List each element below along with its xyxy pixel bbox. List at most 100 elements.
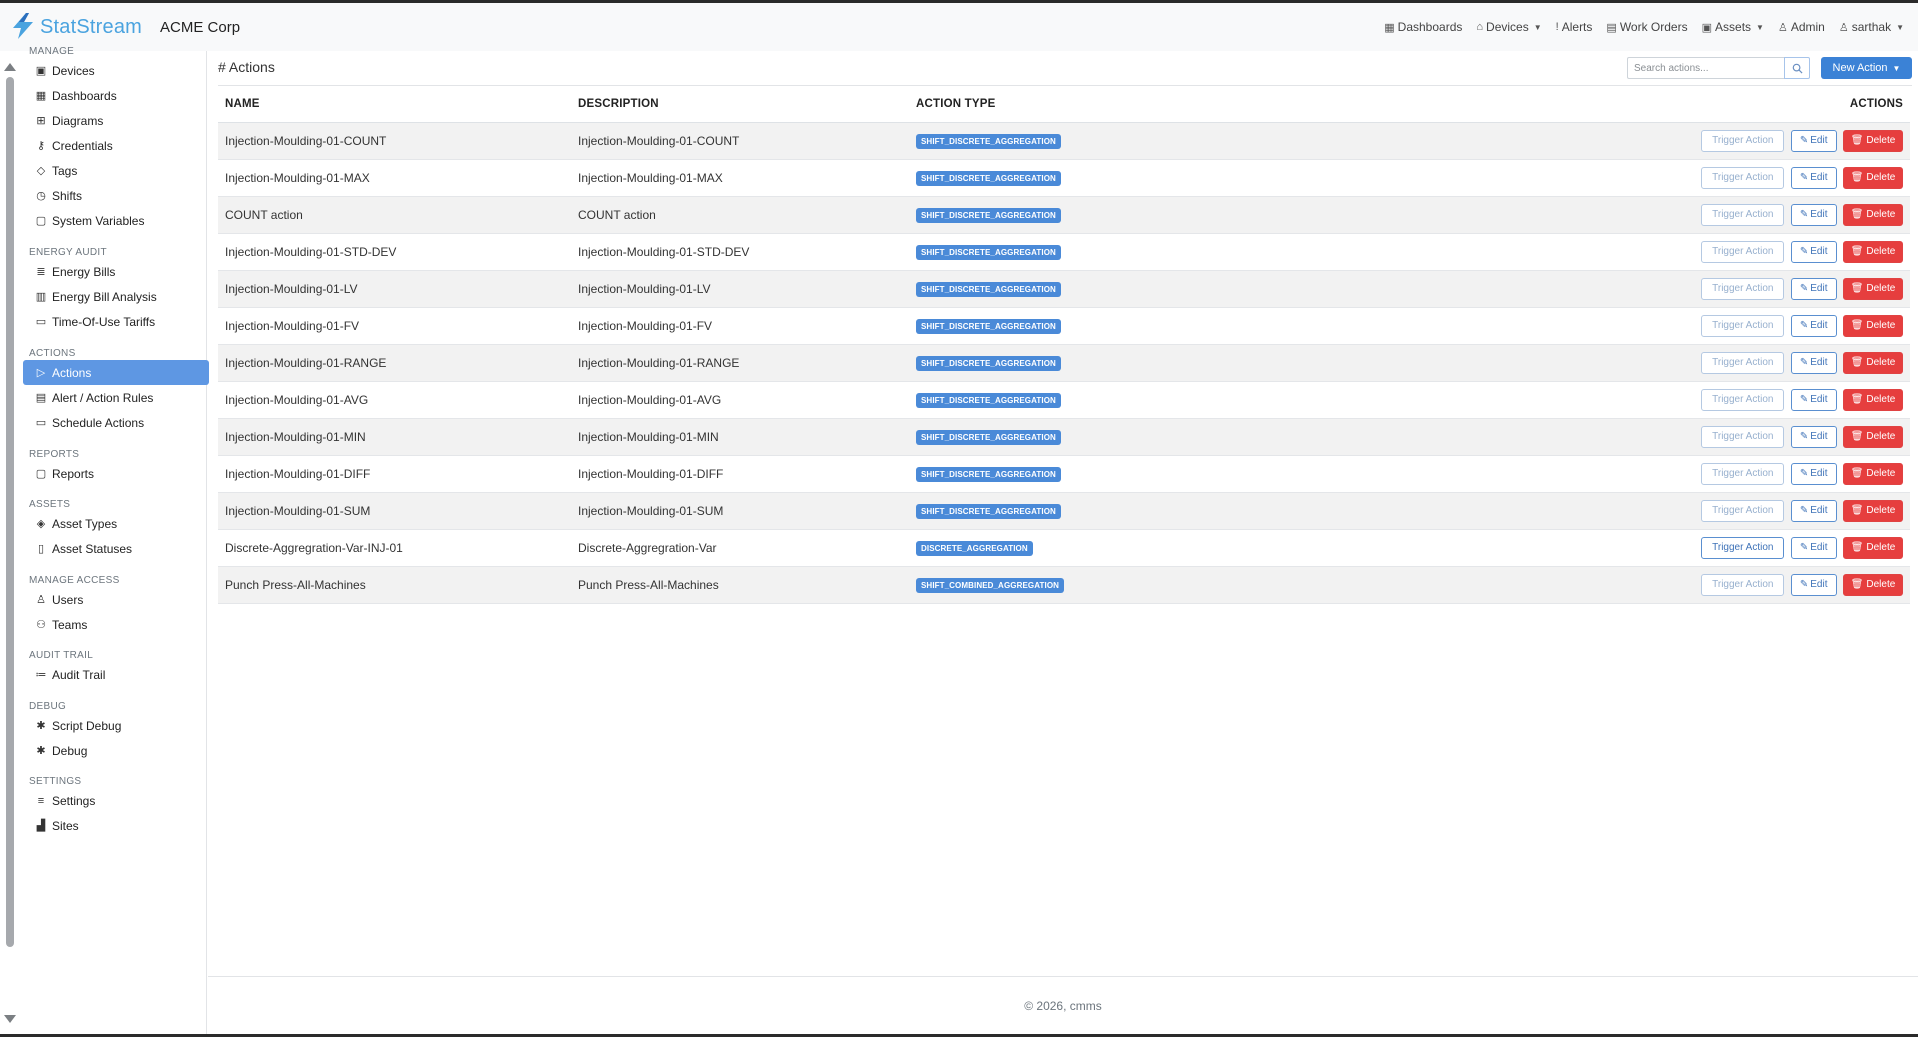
table-row[interactable]: Injection-Moulding-01-MIN Injection-Moul… bbox=[218, 418, 1910, 455]
table-row[interactable]: Injection-Moulding-01-COUNT Injection-Mo… bbox=[218, 122, 1910, 159]
delete-button[interactable]: 🗑 Delete bbox=[1843, 388, 1903, 411]
topnav-item-admin[interactable]: ♙ Admin bbox=[1778, 20, 1825, 34]
table-row[interactable]: Injection-Moulding-01-LV Injection-Mould… bbox=[218, 270, 1910, 307]
table-row[interactable]: Injection-Moulding-01-FV Injection-Mould… bbox=[218, 307, 1910, 344]
delete-button[interactable]: 🗑 Delete bbox=[1843, 314, 1903, 337]
action-type-cell: SHIFT_DISCRETE_AGGREGATION bbox=[909, 196, 1329, 233]
edit-button[interactable]: ✎ Edit bbox=[1790, 314, 1837, 337]
trash-icon: 🗑 bbox=[1850, 320, 1864, 331]
table-row[interactable]: Discrete-Aggregration-Var-INJ-01 Discret… bbox=[218, 529, 1910, 566]
table-row[interactable]: COUNT action COUNT action SHIFT_DISCRETE… bbox=[218, 196, 1910, 233]
search-input[interactable] bbox=[1627, 57, 1784, 79]
sidebar-item-diagrams[interactable]: ⊞ Diagrams bbox=[23, 108, 209, 133]
trigger-action-button[interactable]: Trigger Action bbox=[1701, 166, 1785, 189]
table-row[interactable]: Injection-Moulding-01-AVG Injection-Moul… bbox=[218, 381, 1910, 418]
scroll-up-arrow-icon[interactable] bbox=[4, 63, 16, 71]
statstream-logo-icon bbox=[10, 12, 36, 43]
delete-button[interactable]: 🗑 Delete bbox=[1843, 166, 1903, 189]
sidebar-item-shifts[interactable]: ◷ Shifts bbox=[23, 183, 209, 208]
trigger-action-button[interactable]: Trigger Action bbox=[1701, 203, 1785, 226]
search-button[interactable] bbox=[1784, 57, 1810, 79]
topnav-item-assets[interactable]: ▣ Assets ▼ bbox=[1702, 20, 1764, 34]
sidebar-item-devices[interactable]: ▣ Devices bbox=[23, 58, 209, 83]
delete-button[interactable]: 🗑 Delete bbox=[1843, 462, 1903, 485]
edit-button[interactable]: ✎ Edit bbox=[1790, 351, 1837, 374]
sidebar-item-reports[interactable]: ▢ Reports bbox=[23, 461, 209, 486]
delete-button[interactable]: 🗑 Delete bbox=[1843, 351, 1903, 374]
column-header-description[interactable]: DESCRIPTION bbox=[571, 86, 909, 123]
delete-button[interactable]: 🗑 Delete bbox=[1843, 240, 1903, 263]
edit-button[interactable]: ✎ Edit bbox=[1790, 425, 1837, 448]
column-header-name[interactable]: NAME bbox=[218, 86, 571, 123]
trigger-action-button[interactable]: Trigger Action bbox=[1701, 462, 1785, 485]
trigger-action-label: Trigger Action bbox=[1712, 394, 1774, 405]
topnav-item-devices[interactable]: ⌂ Devices ▼ bbox=[1476, 20, 1541, 34]
edit-button[interactable]: ✎ Edit bbox=[1790, 203, 1837, 226]
edit-button[interactable]: ✎ Edit bbox=[1790, 240, 1837, 263]
trigger-action-button[interactable]: Trigger Action bbox=[1701, 499, 1785, 522]
sidebar-item-script-debug[interactable]: ✱ Script Debug bbox=[23, 713, 209, 738]
trigger-action-button[interactable]: Trigger Action bbox=[1701, 573, 1785, 596]
table-row[interactable]: Injection-Moulding-01-STD-DEV Injection-… bbox=[218, 233, 1910, 270]
column-header-action-type[interactable]: ACTION TYPE bbox=[909, 86, 1329, 123]
sidebar-item-schedule-actions[interactable]: ▭ Schedule Actions bbox=[23, 410, 209, 435]
table-row[interactable]: Injection-Moulding-01-DIFF Injection-Mou… bbox=[218, 455, 1910, 492]
edit-button[interactable]: ✎ Edit bbox=[1790, 536, 1837, 559]
sidebar-item-system-variables[interactable]: ▢ System Variables bbox=[23, 208, 209, 233]
sidebar-item-asset-statuses[interactable]: ▯ Asset Statuses bbox=[23, 536, 209, 561]
topnav-item-alerts[interactable]: ! Alerts bbox=[1556, 20, 1593, 34]
delete-button[interactable]: 🗑 Delete bbox=[1843, 573, 1903, 596]
sidebar-item-credentials[interactable]: ⚷ Credentials bbox=[23, 133, 209, 158]
edit-button[interactable]: ✎ Edit bbox=[1790, 462, 1837, 485]
sidebar-item-dashboards[interactable]: ▦ Dashboards bbox=[23, 83, 209, 108]
sidebar-item-settings[interactable]: ≡ Settings bbox=[23, 788, 209, 813]
edit-button[interactable]: ✎ Edit bbox=[1790, 166, 1837, 189]
delete-button[interactable]: 🗑 Delete bbox=[1843, 425, 1903, 448]
table-row[interactable]: Injection-Moulding-01-MAX Injection-Moul… bbox=[218, 159, 1910, 196]
trigger-action-button[interactable]: Trigger Action bbox=[1701, 536, 1785, 559]
edit-button[interactable]: ✎ Edit bbox=[1790, 573, 1837, 596]
table-row[interactable]: Injection-Moulding-01-SUM Injection-Moul… bbox=[218, 492, 1910, 529]
sidebar-item-asset-types[interactable]: ◈ Asset Types bbox=[23, 511, 209, 536]
sidebar-item-energy-bill-analysis[interactable]: ▥ Energy Bill Analysis bbox=[23, 284, 209, 309]
edit-button[interactable]: ✎ Edit bbox=[1790, 129, 1837, 152]
edit-button[interactable]: ✎ Edit bbox=[1790, 277, 1837, 300]
brand[interactable]: StatStream ACME Corp bbox=[10, 12, 240, 43]
sidebar-item-time-of-use-tariffs[interactable]: ▭ Time-Of-Use Tariffs bbox=[23, 309, 209, 334]
sidebar-item-tags[interactable]: ◇ Tags bbox=[23, 158, 209, 183]
topnav-item-work-orders[interactable]: ▤ Work Orders bbox=[1606, 20, 1687, 34]
sidebar-item-label: Actions bbox=[52, 365, 92, 380]
sidebar-item-sites[interactable]: ▟ Sites bbox=[23, 813, 209, 838]
trigger-action-button[interactable]: Trigger Action bbox=[1701, 351, 1785, 374]
delete-button[interactable]: 🗑 Delete bbox=[1843, 499, 1903, 522]
sidebar-item-users[interactable]: ♙ Users bbox=[23, 587, 209, 612]
delete-button[interactable]: 🗑 Delete bbox=[1843, 277, 1903, 300]
sidebar-item-teams[interactable]: ⚇ Teams bbox=[23, 612, 209, 637]
delete-button[interactable]: 🗑 Delete bbox=[1843, 536, 1903, 559]
topnav-item-sarthak[interactable]: ♙ sarthak ▼ bbox=[1839, 20, 1904, 34]
trigger-action-button[interactable]: Trigger Action bbox=[1701, 314, 1785, 337]
sidebar-item-actions[interactable]: ▷ Actions bbox=[23, 360, 209, 385]
trigger-action-label: Trigger Action bbox=[1712, 579, 1774, 590]
scrollbar-thumb[interactable] bbox=[6, 77, 14, 947]
trigger-action-button[interactable]: Trigger Action bbox=[1701, 425, 1785, 448]
sidebar-item-debug[interactable]: ✱ Debug bbox=[23, 738, 209, 763]
new-action-button[interactable]: New Action ▼ bbox=[1821, 57, 1912, 79]
table-row[interactable]: Punch Press-All-Machines Punch Press-All… bbox=[218, 566, 1910, 603]
trigger-action-button[interactable]: Trigger Action bbox=[1701, 388, 1785, 411]
delete-button[interactable]: 🗑 Delete bbox=[1843, 203, 1903, 226]
topnav-item-dashboards[interactable]: ▦ Dashboards bbox=[1384, 20, 1462, 34]
edit-button[interactable]: ✎ Edit bbox=[1790, 499, 1837, 522]
trigger-action-button[interactable]: Trigger Action bbox=[1701, 129, 1785, 152]
delete-button[interactable]: 🗑 Delete bbox=[1843, 129, 1903, 152]
trigger-action-button[interactable]: Trigger Action bbox=[1701, 277, 1785, 300]
trigger-action-button[interactable]: Trigger Action bbox=[1701, 240, 1785, 263]
sidebar-item-alert-action-rules[interactable]: ▤ Alert / Action Rules bbox=[23, 385, 209, 410]
sidebar-scrollbar[interactable] bbox=[4, 63, 16, 1023]
scroll-down-arrow-icon[interactable] bbox=[4, 1015, 16, 1023]
table-row[interactable]: Injection-Moulding-01-RANGE Injection-Mo… bbox=[218, 344, 1910, 381]
sidebar-item-energy-bills[interactable]: ≣ Energy Bills bbox=[23, 259, 209, 284]
edit-button[interactable]: ✎ Edit bbox=[1790, 388, 1837, 411]
sidebar-item-audit-trail[interactable]: ≔ Audit Trail bbox=[23, 662, 209, 687]
topnav-label: sarthak bbox=[1851, 20, 1892, 34]
